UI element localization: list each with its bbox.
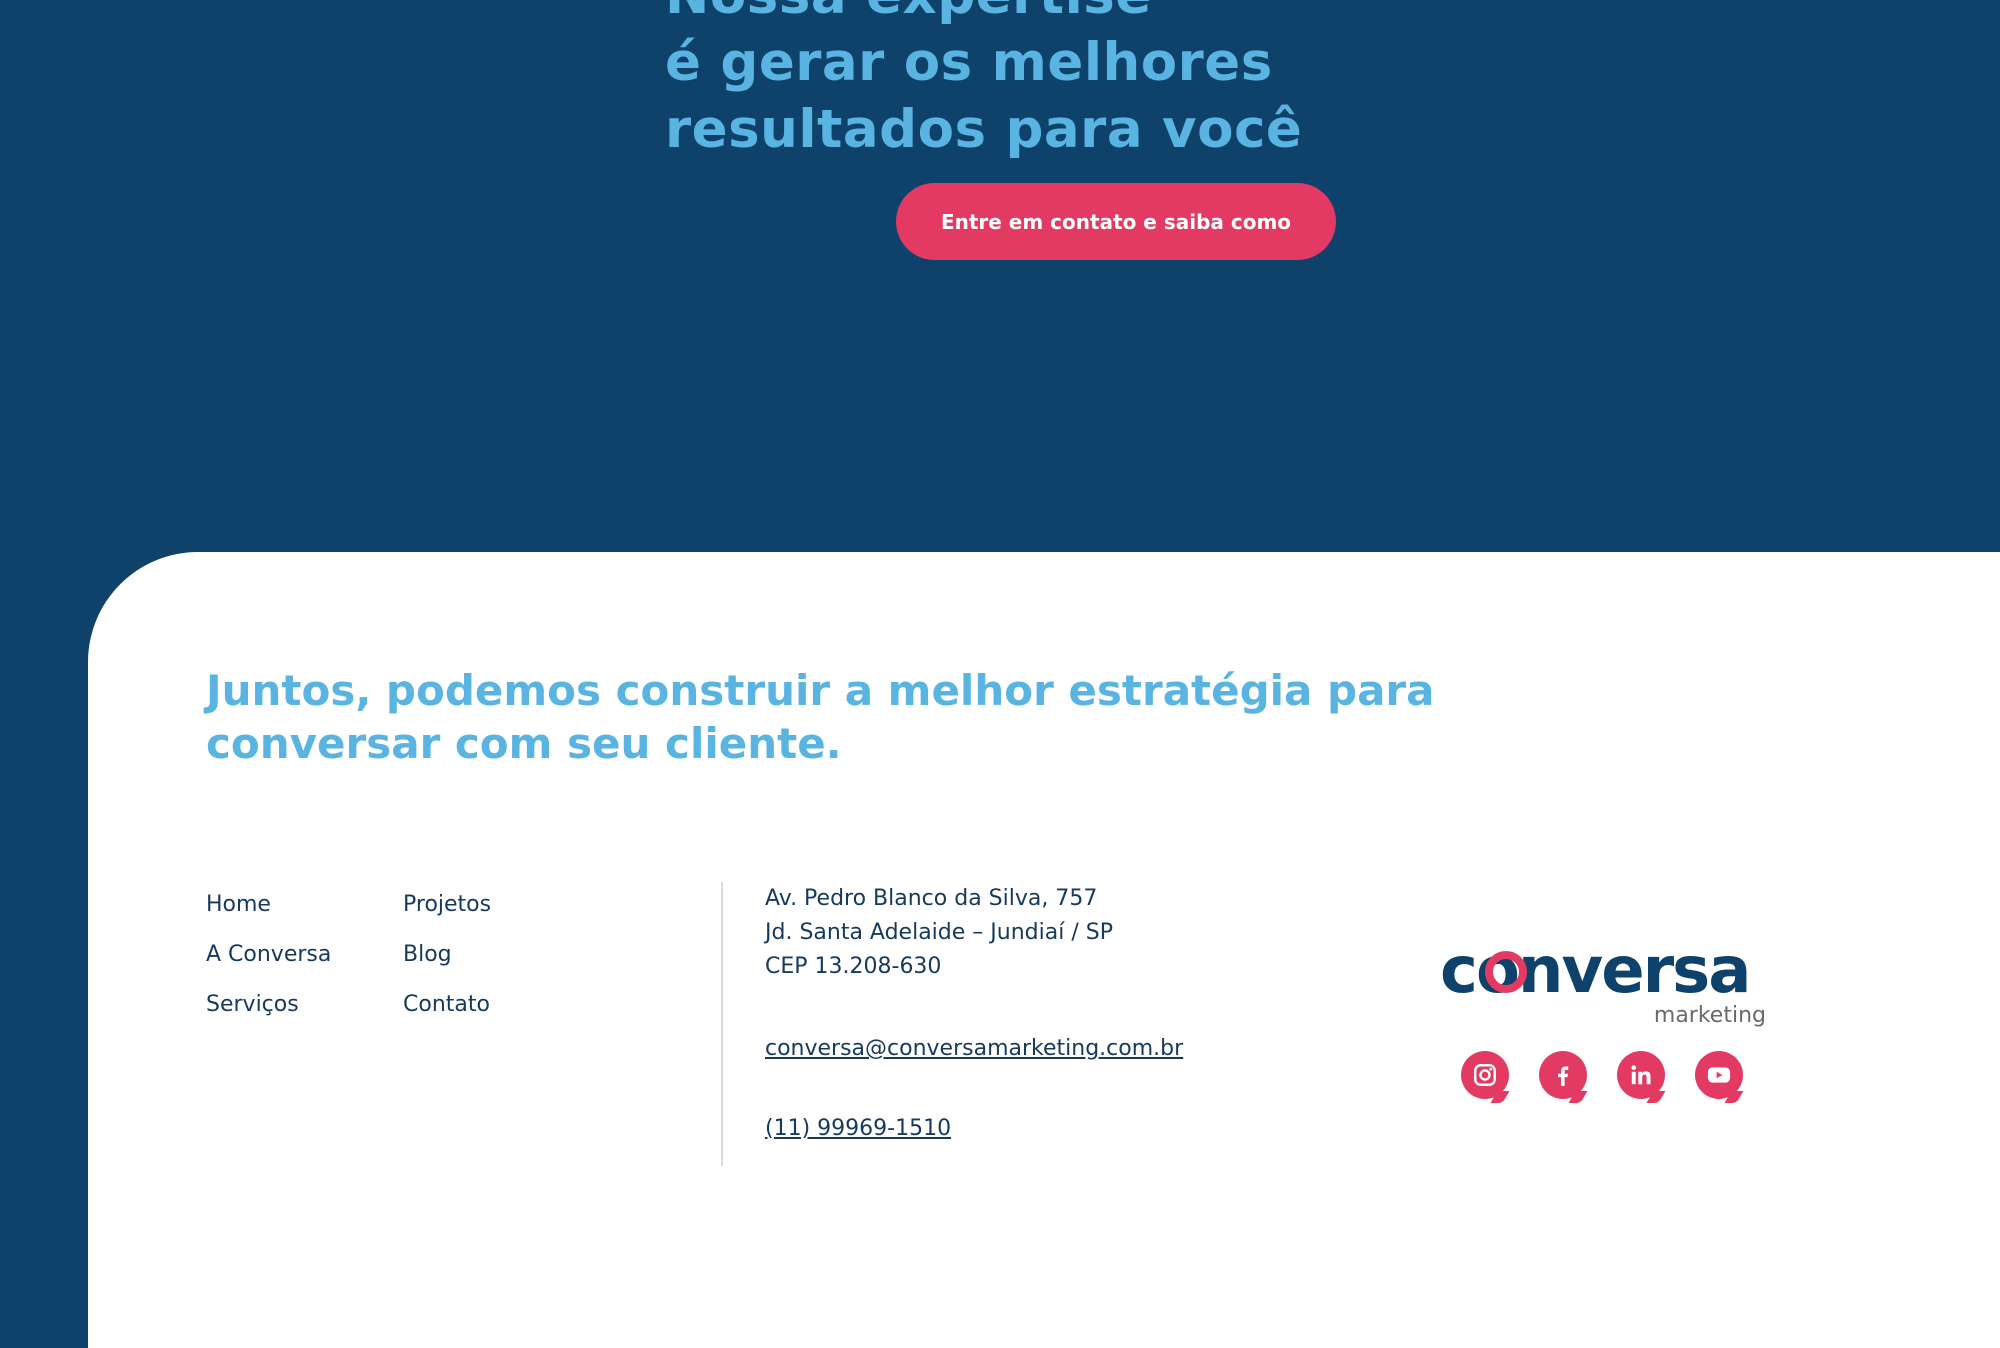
address-line: Jd. Santa Adelaide – Jundiaí / SP [765,920,1113,945]
phone-link[interactable]: (11) 99969-1510 [765,1114,1183,1144]
hero-title: Nossa expertise é gerar os melhores resu… [665,0,1365,163]
footer-link-a-conversa[interactable]: A Conversa [206,930,331,980]
footer-nav-column: Home A Conversa Serviços [206,880,331,1030]
linkedin-icon[interactable] [1617,1051,1665,1099]
footer-link-projetos[interactable]: Projetos [403,880,491,930]
footer: Juntos, podemos construir a melhor estra… [88,552,2000,1348]
conversa-logo[interactable]: conversa marketing [1440,934,1770,1029]
hero-section: Nossa expertise é gerar os melhores resu… [0,0,2000,552]
footer-tagline: Juntos, podemos construir a melhor estra… [206,666,1435,768]
footer-divider [721,882,723,1166]
youtube-icon[interactable] [1695,1051,1743,1099]
contact-info: Av. Pedro Blanco da Silva, 757 Jd. Santa… [765,882,1183,1144]
hero-title-line: resultados para você [665,99,1303,160]
contact-cta-button[interactable]: Entre em contato e saiba como [896,183,1336,260]
instagram-icon[interactable] [1461,1051,1509,1099]
footer-link-home[interactable]: Home [206,880,331,930]
footer-link-contato[interactable]: Contato [403,980,491,1030]
footer-link-blog[interactable]: Blog [403,930,491,980]
address-line: CEP 13.208-630 [765,954,942,979]
address-line: Av. Pedro Blanco da Silva, 757 [765,886,1098,911]
footer-link-servicos[interactable]: Serviços [206,980,331,1030]
hero-title-line: é gerar os melhores [665,32,1273,93]
email-link[interactable]: conversa@conversamarketing.com.br [765,1034,1183,1064]
social-links [1461,1051,1743,1099]
facebook-icon[interactable] [1539,1051,1587,1099]
footer-nav-column: Projetos Blog Contato [403,880,491,1030]
logo-sub-text: marketing [1654,1003,1766,1028]
hero-title-line: Nossa expertise [665,0,1365,29]
